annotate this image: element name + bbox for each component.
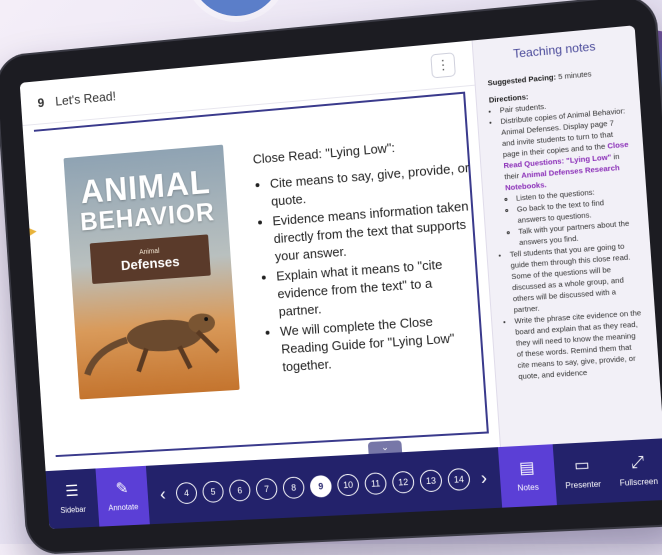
book-subtitle: Defenses <box>120 252 180 273</box>
sidebar-label: Sidebar <box>60 504 87 515</box>
menu-icon: ☰ <box>64 482 80 500</box>
lesson-title: Let's Read! <box>54 88 117 109</box>
monitor-icon: ▭ <box>573 456 591 475</box>
page-button[interactable]: 10 <box>336 473 360 497</box>
notes-title: Teaching notes <box>512 39 596 61</box>
presenter-button[interactable]: ▭ Presenter <box>553 441 613 505</box>
page-button[interactable]: 12 <box>391 470 415 494</box>
annotate-button[interactable]: ✎ Annotate <box>95 465 150 527</box>
page-button[interactable]: 8 <box>282 476 306 500</box>
lizard-illustration <box>72 312 239 390</box>
page-button[interactable]: 11 <box>364 472 388 496</box>
page-button[interactable]: 6 <box>228 479 252 502</box>
lesson-panel: 9 Let's Read! ⋮ ▶ ANIMAL BEHAVIOR Animal… <box>19 40 500 472</box>
tablet-device: 9 Let's Read! ⋮ ▶ ANIMAL BEHAVIOR Animal… <box>0 0 662 555</box>
direction-item: Write the phrase cite evidence on the bo… <box>514 307 647 382</box>
slide-bullets: Cite means to say, give, provide, or quo… <box>254 159 484 377</box>
page-button[interactable]: 13 <box>419 469 443 493</box>
lesson-number: 9 <box>37 94 45 110</box>
chevron-right-icon[interactable]: › <box>475 467 493 489</box>
direction-sublist: Listen to the questions: Go back to the … <box>506 183 638 248</box>
direction-item: Distribute copies of Animal Behavior: An… <box>500 105 637 249</box>
fullscreen-button[interactable]: ⤢ Fullscreen <box>608 438 662 502</box>
page-navigator: ‹ 4 5 6 7 8 9 10 11 12 13 14 › <box>147 466 501 505</box>
fullscreen-label: Fullscreen <box>619 476 659 488</box>
slide-text: Close Read: "Lying Low": Cite means to s… <box>252 134 484 379</box>
notes-button[interactable]: ▤ Notes <box>497 444 557 508</box>
page-button[interactable]: 4 <box>175 481 198 505</box>
page-button[interactable]: 5 <box>201 480 225 504</box>
slide-bullet: We will complete the Close Reading Guide… <box>279 310 484 377</box>
page-button-current[interactable]: 9 <box>309 474 333 498</box>
pacing-label: Suggested Pacing: <box>487 72 557 88</box>
more-vertical-icon[interactable]: ⋮ <box>430 52 456 79</box>
decorative-blob <box>190 0 282 16</box>
annotate-label: Annotate <box>108 501 139 513</box>
chevron-left-icon[interactable]: ‹ <box>155 484 171 505</box>
slide-pointer-icon: ▶ <box>29 226 38 238</box>
slide: ANIMAL BEHAVIOR Animal Defenses Close Re… <box>33 91 489 458</box>
sidebar-button[interactable]: ☰ Sidebar <box>46 468 100 528</box>
page-button[interactable]: 7 <box>255 477 278 501</box>
presenter-label: Presenter <box>565 478 602 490</box>
page-button[interactable]: 14 <box>447 467 471 492</box>
teaching-notes-panel[interactable]: Teaching notes Suggested Pacing: 5 minut… <box>471 25 662 448</box>
document-icon: ▤ <box>518 458 536 477</box>
book-cover: ANIMAL BEHAVIOR Animal Defenses <box>63 144 240 400</box>
pacing-value: 5 minutes <box>557 69 592 82</box>
directions-list: Pair students. Distribute copies of Anim… <box>489 94 647 383</box>
pencil-icon: ✎ <box>115 479 129 498</box>
notes-label: Notes <box>517 482 540 493</box>
expand-icon: ⤢ <box>630 453 645 472</box>
direction-item: Tell students that you are going to guid… <box>509 240 642 316</box>
tablet-screen: 9 Let's Read! ⋮ ▶ ANIMAL BEHAVIOR Animal… <box>19 25 662 529</box>
